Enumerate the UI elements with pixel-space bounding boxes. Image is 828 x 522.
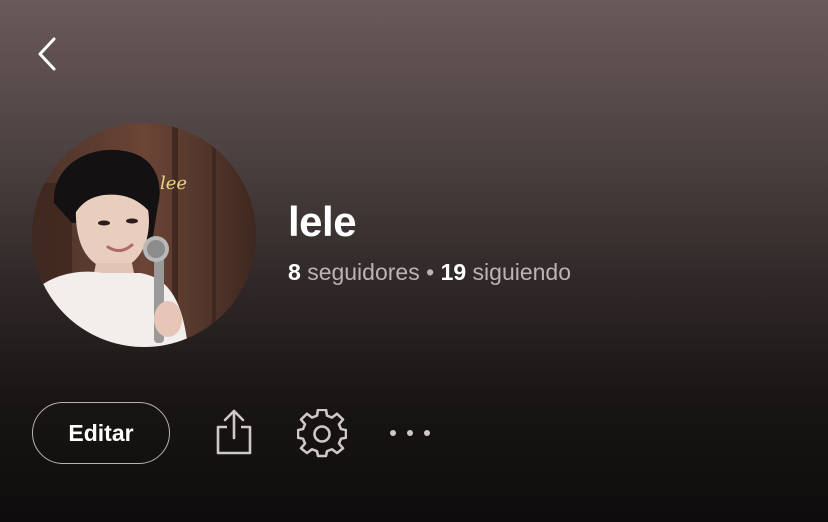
follow-stats: 8 seguidores • 19 siguiendo: [288, 258, 571, 286]
profile-screen: lee lele 8 seguidores • 19 siguiendo Edi…: [0, 0, 828, 522]
avatar[interactable]: lee: [32, 123, 256, 347]
share-button[interactable]: [210, 404, 258, 460]
more-options-button[interactable]: [386, 418, 434, 448]
chevron-left-icon: [38, 37, 56, 71]
avatar-signature: lee: [160, 173, 187, 194]
gear-icon: [297, 409, 347, 458]
profile-name: lele: [288, 198, 357, 245]
following-count[interactable]: 19: [441, 259, 467, 285]
stats-separator: •: [426, 259, 435, 285]
following-label[interactable]: siguiendo: [473, 259, 571, 285]
followers-count[interactable]: 8: [288, 259, 301, 285]
settings-button[interactable]: [296, 408, 348, 460]
edit-button[interactable]: Editar: [32, 402, 170, 464]
share-icon: [216, 409, 252, 455]
back-button[interactable]: [30, 34, 64, 74]
avatar-photo: lee: [32, 123, 256, 347]
more-horizontal-icon: [390, 430, 430, 436]
followers-label[interactable]: seguidores: [307, 259, 420, 285]
